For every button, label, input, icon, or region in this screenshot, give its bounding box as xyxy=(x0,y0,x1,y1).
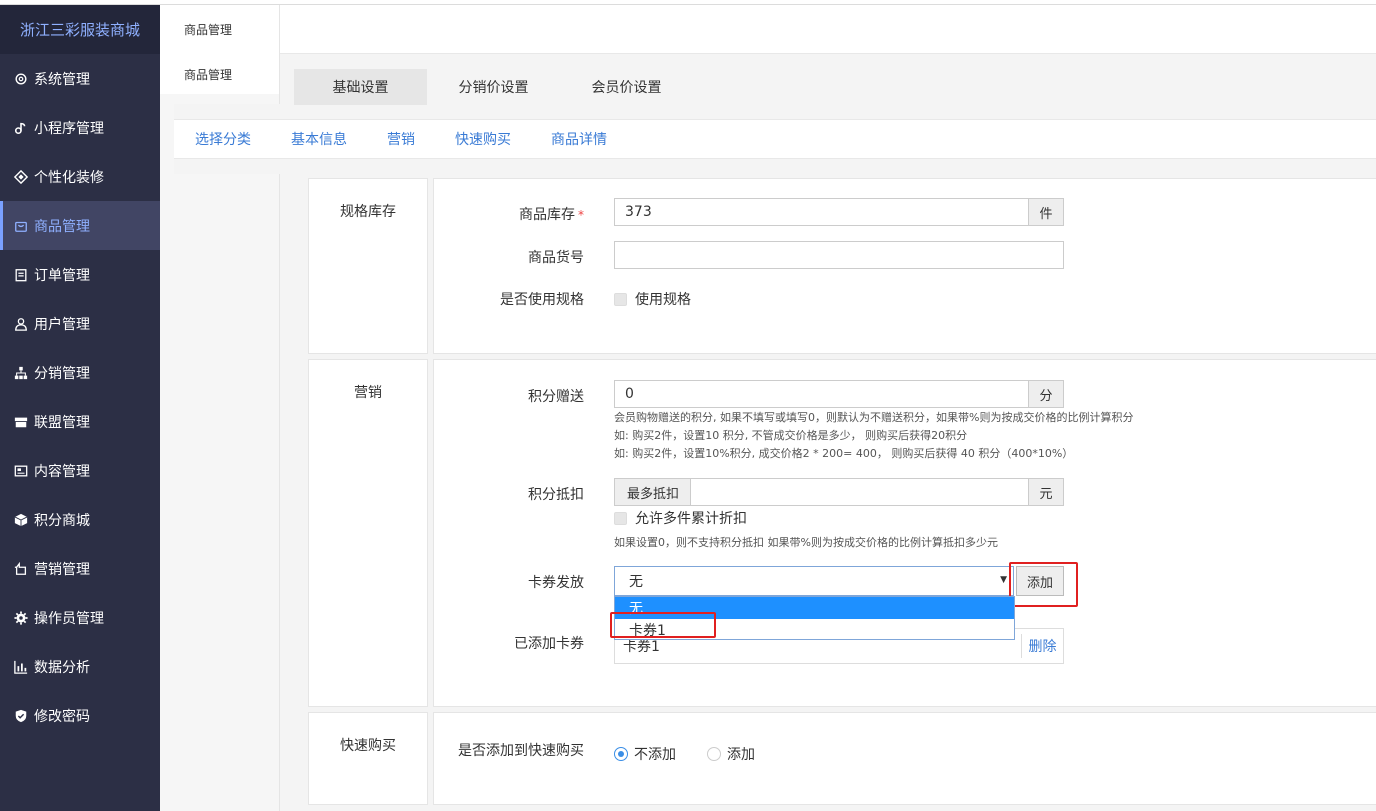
sidebar-item-7[interactable]: 联盟管理 xyxy=(0,397,160,446)
sidebar-item-label: 内容管理 xyxy=(34,463,90,480)
sidebar-item-label: 修改密码 xyxy=(34,708,90,725)
hierarchy-icon xyxy=(14,366,28,380)
anchor-marketing[interactable]: 营销 xyxy=(387,129,415,149)
quickbuy-radio-no[interactable]: 不添加 xyxy=(614,744,676,764)
deduct-unit: 元 xyxy=(1028,478,1064,506)
tab-basic[interactable]: 基础设置 xyxy=(294,69,427,105)
anchor-quick-buy[interactable]: 快速购买 xyxy=(455,129,511,149)
deduct-label: 积分抵扣 xyxy=(528,487,584,503)
coupon-select[interactable]: 无 ▼ xyxy=(614,566,1014,596)
sidebar-item-0[interactable]: 系统管理 xyxy=(0,54,160,103)
checkbox-box[interactable] xyxy=(614,511,627,525)
deduct-checkbox[interactable]: 允许多件累计折扣 xyxy=(614,508,747,528)
content-icon xyxy=(14,464,28,478)
sidebar-item-label: 用户管理 xyxy=(34,316,90,333)
sidebar-item-10[interactable]: 营销管理 xyxy=(0,544,160,593)
sku-label: 商品货号 xyxy=(528,250,584,266)
chart-icon xyxy=(14,660,28,674)
highlight-add-button xyxy=(1009,562,1078,607)
sidebar-item-4[interactable]: 订单管理 xyxy=(0,250,160,299)
highlight-coupon-option xyxy=(610,612,716,638)
use-spec-checkbox[interactable]: 使用规格 xyxy=(614,289,691,309)
tab-distribution-price[interactable]: 分销价设置 xyxy=(427,69,560,105)
added-coupon-label: 已添加卡券 xyxy=(514,636,584,652)
sidebar-item-label: 商品管理 xyxy=(34,218,90,235)
anchor-category[interactable]: 选择分类 xyxy=(195,129,251,149)
deduct-prefix: 最多抵扣 xyxy=(614,478,692,506)
sidebar-item-label: 个性化装修 xyxy=(34,169,104,186)
deduct-hint: 如果设置0，则不支持积分抵扣 如果带%则为按成交价格的比例计算抵扣多少元 xyxy=(614,536,998,549)
anchor-detail[interactable]: 商品详情 xyxy=(551,129,607,149)
sidebar-item-8[interactable]: 内容管理 xyxy=(0,446,160,495)
checkbox-box[interactable] xyxy=(614,292,627,306)
delete-coupon-button[interactable]: 删除 xyxy=(1021,634,1063,658)
decor-icon xyxy=(14,169,28,184)
sidebar-item-11[interactable]: 操作员管理 xyxy=(0,593,160,642)
use-spec-label: 是否使用规格 xyxy=(500,292,584,308)
sidebar-item-5[interactable]: 用户管理 xyxy=(0,299,160,348)
sidebar-item-label: 数据分析 xyxy=(34,659,90,676)
points-hint-line3: 如: 购买2件，设置10%积分, 成交价格2 * 200= 400， 则购买后获… xyxy=(614,447,1074,460)
sidebar-item-6[interactable]: 分销管理 xyxy=(0,348,160,397)
brand-title: 浙江三彩服装商城 xyxy=(0,5,160,54)
sidebar-menu: 系统管理小程序管理个性化装修商品管理订单管理用户管理分销管理联盟管理内容管理积分… xyxy=(0,54,160,740)
sidebar-item-1[interactable]: 小程序管理 xyxy=(0,103,160,152)
sidebar-item-label: 营销管理 xyxy=(34,561,90,578)
coupon-select-value: 无 xyxy=(629,574,643,590)
sidebar: 浙江三彩服装商城 系统管理小程序管理个性化装修商品管理订单管理用户管理分销管理联… xyxy=(0,5,160,811)
sidebar-item-label: 小程序管理 xyxy=(34,120,104,137)
coupon-label: 卡券发放 xyxy=(528,575,584,591)
dropdown-arrow-icon: ▼ xyxy=(1000,575,1007,585)
stock-input[interactable]: 373 xyxy=(614,198,1030,226)
link-icon xyxy=(14,121,28,135)
stock-unit: 件 xyxy=(1028,198,1064,226)
anchor-basic-info[interactable]: 基本信息 xyxy=(291,129,347,149)
quickbuy-label: 是否添加到快速购买 xyxy=(458,743,584,759)
sidebar-item-label: 操作员管理 xyxy=(34,610,104,627)
stock-label: 商品库存 * xyxy=(519,207,584,223)
radio-no-text: 不添加 xyxy=(634,747,676,763)
points-hint-line2: 如: 购买2件，设置10 积分, 不管成交价格是多少， 则购买后获得20积分 xyxy=(614,429,968,442)
points-hint-line1: 会员购物赠送的积分, 如果不填写或填写0，则默认为不赠送积分，如果带%则为按成交… xyxy=(614,411,1134,424)
section-anchors: 选择分类 基本信息 营销 快速购买 商品详情 xyxy=(174,119,1376,159)
points-label: 积分赠送 xyxy=(528,389,584,405)
sidebar-item-3[interactable]: 商品管理 xyxy=(0,201,160,250)
radio-dot[interactable] xyxy=(614,747,628,761)
subnav-item-goods-manage[interactable]: 商品管理 xyxy=(160,54,279,94)
tab-member-price[interactable]: 会员价设置 xyxy=(560,69,693,105)
radio-dot[interactable] xyxy=(707,747,721,761)
section-label-marketing: 营销 xyxy=(308,359,428,707)
sidebar-item-13[interactable]: 修改密码 xyxy=(0,691,160,740)
points-hint: 会员购物赠送的积分, 如果不填写或填写0，则默认为不赠送积分，如果带%则为按成交… xyxy=(614,409,1314,463)
cog-icon xyxy=(14,610,28,625)
sidebar-item-label: 订单管理 xyxy=(34,267,90,284)
sidebar-item-label: 联盟管理 xyxy=(34,414,90,431)
sidebar-item-label: 分销管理 xyxy=(34,365,90,382)
store-icon xyxy=(14,415,28,429)
settings-tabs: 基础设置 分销价设置 会员价设置 xyxy=(294,69,693,105)
deduct-input[interactable] xyxy=(690,478,1030,506)
shield-icon xyxy=(14,709,28,723)
gear-icon xyxy=(14,72,28,86)
bag-icon xyxy=(14,219,28,233)
clipboard-icon xyxy=(14,268,28,282)
quickbuy-radio-yes[interactable]: 添加 xyxy=(707,744,755,764)
user-icon xyxy=(14,317,28,331)
radio-yes-text: 添加 xyxy=(727,747,755,763)
sidebar-item-label: 系统管理 xyxy=(34,71,90,88)
use-spec-check-text: 使用规格 xyxy=(635,292,691,308)
sidebar-item-9[interactable]: 积分商城 xyxy=(0,495,160,544)
deduct-check-text: 允许多件累计折扣 xyxy=(635,511,747,527)
points-unit: 分 xyxy=(1028,380,1064,408)
sidebar-item-label: 积分商城 xyxy=(34,512,90,529)
sidebar-item-2[interactable]: 个性化装修 xyxy=(0,152,160,201)
main-header xyxy=(280,5,1376,54)
subnav-item-goods[interactable]: 商品管理 xyxy=(160,5,279,54)
sku-input[interactable] xyxy=(614,241,1064,269)
marketing-icon xyxy=(14,561,28,576)
sidebar-item-12[interactable]: 数据分析 xyxy=(0,642,160,691)
cube-icon xyxy=(14,513,28,527)
points-input[interactable]: 0 xyxy=(614,380,1030,408)
